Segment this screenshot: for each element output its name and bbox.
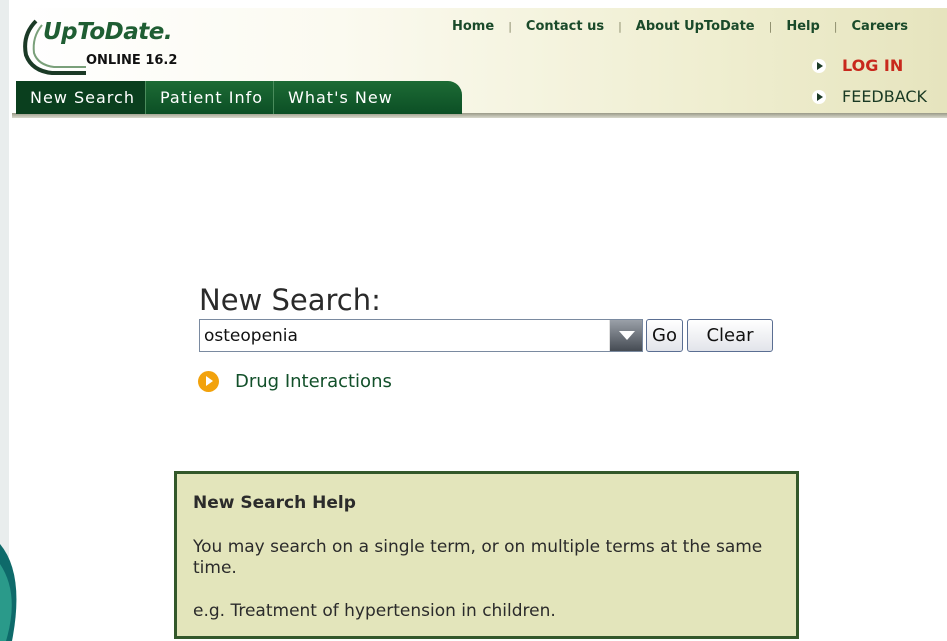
dropdown-arrow-icon[interactable] xyxy=(609,320,642,351)
feedback-arrow-icon xyxy=(812,89,826,104)
about-link[interactable]: About UpToDate xyxy=(636,19,755,34)
login-label: LOG IN xyxy=(842,56,904,75)
contact-us-link[interactable]: Contact us xyxy=(526,19,604,34)
clear-button[interactable]: Clear xyxy=(687,319,773,352)
help-link[interactable]: Help xyxy=(786,19,819,34)
logo-subtitle: ONLINE 16.2 xyxy=(86,53,178,68)
logo-title: UpToDate. xyxy=(43,19,173,45)
link-separator: | xyxy=(618,20,622,33)
drug-interactions-label: Drug Interactions xyxy=(235,371,392,392)
tab-patient-info[interactable]: Patient Info xyxy=(146,81,275,114)
main-nav: New Search Patient Info What's New xyxy=(16,81,462,114)
login-arrow-icon xyxy=(812,58,826,73)
link-separator: | xyxy=(508,20,512,33)
search-help-box: New Search Help You may search on a sing… xyxy=(174,471,799,639)
tab-whats-new[interactable]: What's New xyxy=(274,81,403,114)
drug-interactions-icon xyxy=(198,371,219,392)
link-separator: | xyxy=(768,20,773,33)
search-title: New Search: xyxy=(199,283,381,317)
tab-new-search[interactable]: New Search xyxy=(16,81,146,114)
home-link[interactable]: Home xyxy=(452,19,494,34)
decorative-swoosh xyxy=(0,534,30,641)
feedback-label: FEEDBACK xyxy=(842,87,928,106)
drug-interactions-link[interactable]: Drug Interactions xyxy=(198,371,392,392)
link-separator: | xyxy=(833,20,838,33)
feedback-link[interactable]: FEEDBACK xyxy=(812,87,927,106)
help-title: New Search Help xyxy=(193,493,356,513)
help-example: e.g. Treatment of hypertension in childr… xyxy=(193,601,556,621)
top-links: Home | Contact us | About UpToDate | Hel… xyxy=(452,19,908,34)
go-button[interactable]: Go xyxy=(646,319,683,352)
help-text: You may search on a single term, or on m… xyxy=(193,537,763,578)
search-input[interactable] xyxy=(199,319,643,352)
careers-link[interactable]: Careers xyxy=(852,19,909,34)
login-link[interactable]: LOG IN xyxy=(812,56,903,75)
